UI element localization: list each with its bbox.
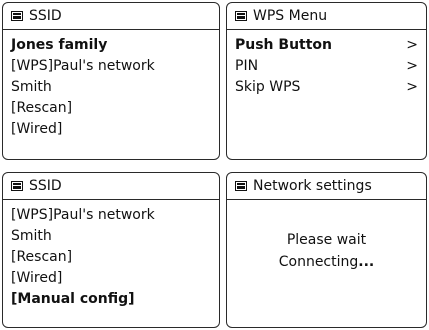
panel-header: WPS Menu [227, 3, 426, 30]
progress-dots: ... [358, 254, 375, 270]
menu-item-pin[interactable]: PIN > [235, 56, 418, 77]
menu-icon [11, 181, 23, 191]
menu-icon [235, 11, 247, 21]
list-item[interactable]: [WPS]Paul's network [11, 56, 211, 77]
menu-item-skip-wps[interactable]: Skip WPS > [235, 77, 418, 98]
panel-title: SSID [29, 8, 62, 24]
panel-title: SSID [29, 178, 62, 194]
ssid-panel-scrolled: SSID [WPS]Paul's network Smith [Rescan] … [2, 172, 220, 328]
ssid-list: [WPS]Paul's network Smith [Rescan] [Wire… [3, 200, 219, 310]
panel-title: WPS Menu [253, 8, 328, 24]
menu-icon [11, 11, 23, 21]
chevron-right-icon: > [406, 58, 418, 74]
list-item[interactable]: [WPS]Paul's network [11, 205, 211, 226]
list-item[interactable]: Smith [11, 77, 211, 98]
panel-header: SSID [3, 3, 219, 30]
list-item[interactable]: [Rescan] [11, 247, 211, 268]
ssid-list: Jones family [WPS]Paul's network Smith [… [3, 30, 219, 140]
menu-icon [235, 181, 247, 191]
list-item[interactable]: [Rescan] [11, 98, 211, 119]
wps-list: Push Button > PIN > Skip WPS > [227, 30, 426, 98]
list-item[interactable]: Smith [11, 226, 211, 247]
status-message: Please wait Connecting... [227, 229, 426, 273]
chevron-right-icon: > [406, 79, 418, 95]
panel-header: SSID [3, 173, 219, 200]
status-line-connecting: Connecting... [278, 254, 375, 270]
wps-menu-panel: WPS Menu Push Button > PIN > Skip WPS > [226, 2, 427, 160]
menu-item-push-button[interactable]: Push Button > [235, 35, 418, 56]
ssid-panel: SSID Jones family [WPS]Paul's network Sm… [2, 2, 220, 160]
list-item[interactable]: [Wired] [11, 268, 211, 289]
list-item[interactable]: Jones family [11, 35, 211, 56]
panel-title: Network settings [253, 178, 372, 194]
list-item[interactable]: [Wired] [11, 119, 211, 140]
panel-header: Network settings [227, 173, 426, 200]
network-settings-panel: Network settings Please wait Connecting.… [226, 172, 427, 328]
chevron-right-icon: > [406, 37, 418, 53]
status-line-wait: Please wait [286, 232, 367, 248]
list-item[interactable]: [Manual config] [11, 289, 211, 310]
